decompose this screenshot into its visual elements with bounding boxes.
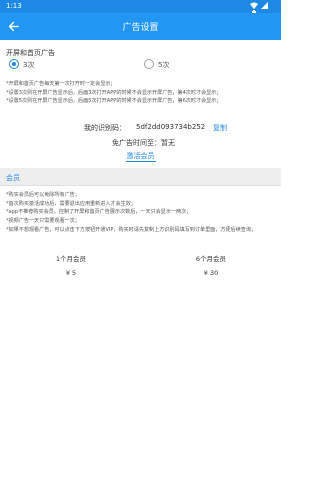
plan-price: ¥ 30	[203, 269, 219, 277]
plan-price: ¥ 5	[65, 269, 77, 277]
ad-note: *设置3次则在开屏广告显示后，后面3次打开APP的时候不会显示开屏广告，第4次时…	[6, 89, 222, 96]
wifi-icon	[250, 2, 258, 9]
signal-icon	[261, 2, 269, 9]
plan-name: 6个月会员	[195, 255, 227, 263]
status-time: 1:13	[6, 2, 22, 10]
ad-free-value: 暂无	[161, 139, 175, 147]
ad-note: *开屏和首页广告每天第一次打开时一定会显示；	[6, 81, 116, 87]
system-icons	[250, 2, 276, 17]
identity-code-label: 我的识别码：	[84, 124, 126, 132]
plan-6-month[interactable]: 6个月会员 ¥ 30	[166, 253, 256, 277]
activate-member-button[interactable]: 激活会员	[0, 151, 281, 161]
plan-1-month[interactable]: 1个月会员 ¥ 5	[26, 253, 116, 277]
splash-section-label: 开屏和首页广告	[6, 49, 55, 57]
identity-code-row: 我的识别码： 5df2dd093734b252 复制	[0, 123, 281, 133]
copy-button[interactable]: 复制	[213, 123, 227, 133]
membership-note: *如果不想观看广告，可以点击下方按钮开通VIP，购买时请先复制上方识别码填写到订…	[6, 226, 257, 233]
status-bar: 1:13	[0, 0, 281, 17]
identity-code-value: 5df2dd093734b252	[136, 123, 206, 131]
ad-note: *设置5次则在开屏广告显示后，后面5次打开APP的时候不会显示开屏广告，第6次时…	[6, 98, 222, 105]
radio-option-label: 3次	[23, 61, 35, 69]
plan-name: 1个月会员	[55, 255, 87, 263]
membership-plans: 1个月会员 ¥ 5 6个月会员 ¥ 30	[0, 253, 281, 283]
radio-option-label: 5次	[158, 61, 170, 69]
app-bar: 广告设置	[0, 13, 281, 40]
membership-section-title: 会员	[6, 174, 20, 182]
membership-note: *视频广告一天只需要观看一次；	[6, 218, 80, 225]
ad-free-label: 免广告时间至：	[112, 139, 161, 147]
membership-notes: *购买会员后可以免除所有广告； *首次购买激活成功后，需要退出应用重新进入才会生…	[6, 191, 278, 235]
ad-free-row: 免广告时间至：暂无	[112, 138, 175, 148]
ad-notes: *开屏和首页广告每天第一次打开时一定会显示； *设置3次则在开屏广告显示后，后面…	[6, 80, 278, 106]
activate-underline	[126, 161, 156, 162]
radio-selected-icon[interactable]	[9, 59, 19, 69]
page-title: 广告设置	[122, 23, 159, 33]
radio-unselected-icon[interactable]	[144, 59, 154, 69]
membership-note: *购买会员后可以免除所有广告；	[6, 192, 80, 198]
membership-note: *首次购买激活成功后，需要退出应用重新进入才会生效；	[6, 200, 136, 207]
divider	[0, 185, 281, 186]
membership-note: *app不推荐购买会员，控制了开屏和首页广告展示次数后，一天只会显示一两次；	[6, 209, 192, 216]
membership-header: 会员	[0, 168, 281, 186]
